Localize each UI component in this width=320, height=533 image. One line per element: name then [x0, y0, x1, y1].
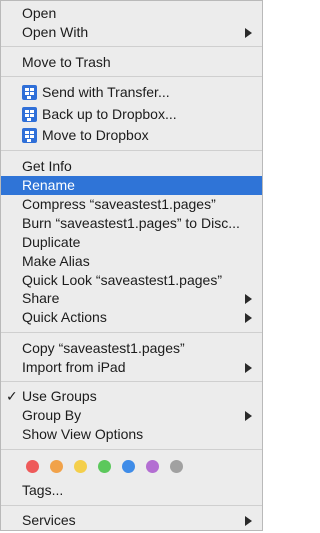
- menu-separator: [1, 332, 262, 333]
- dropbox-icon: [22, 128, 37, 143]
- submenu-arrow-icon: [245, 313, 252, 323]
- menu-separator: [1, 76, 262, 77]
- menu-item-import-from-ipad-label: Import from iPad: [22, 359, 126, 375]
- submenu-arrow-icon: [245, 411, 252, 421]
- menu-item-duplicate-label: Duplicate: [22, 234, 81, 250]
- menu-separator: [1, 150, 262, 151]
- menu-item-share[interactable]: Share: [1, 289, 262, 308]
- menu-item-move-to-trash-label: Move to Trash: [22, 54, 111, 70]
- finder-context-menu: Open Open With Move to Trash Send with T…: [0, 0, 263, 531]
- menu-item-share-label: Share: [22, 290, 60, 306]
- menu-item-copy-label: Copy “saveastest1.pages”: [22, 340, 185, 356]
- menu-item-duplicate[interactable]: Duplicate: [1, 233, 262, 252]
- menu-item-group-by-label: Group By: [22, 407, 82, 423]
- menu-item-use-groups-label: Use Groups: [22, 388, 97, 404]
- menu-separator: [1, 505, 262, 506]
- tag-purple-dot[interactable]: [146, 460, 159, 473]
- menu-item-send-with-transfer-label: Send with Transfer...: [42, 84, 170, 100]
- dropbox-icon: [22, 107, 37, 122]
- menu-item-compress[interactable]: Compress “saveastest1.pages”: [1, 195, 262, 214]
- menu-separator: [1, 381, 262, 382]
- menu-item-back-up-to-dropbox[interactable]: Back up to Dropbox...: [1, 105, 262, 124]
- menu-item-quick-look-label: Quick Look “saveastest1.pages”: [22, 272, 222, 288]
- menu-item-get-info-label: Get Info: [22, 158, 72, 174]
- menu-item-move-to-trash[interactable]: Move to Trash: [1, 53, 262, 72]
- tag-gray-dot[interactable]: [170, 460, 183, 473]
- menu-item-open-label: Open: [22, 5, 57, 21]
- tag-red-dot[interactable]: [26, 460, 39, 473]
- menu-item-make-alias[interactable]: Make Alias: [1, 252, 262, 271]
- menu-item-rename-label: Rename: [22, 177, 75, 193]
- menu-item-import-from-ipad[interactable]: Import from iPad: [1, 358, 262, 377]
- menu-item-services-label: Services: [22, 512, 76, 528]
- tag-yellow-dot[interactable]: [74, 460, 87, 473]
- menu-item-rename[interactable]: Rename: [1, 176, 262, 195]
- submenu-arrow-icon: [245, 28, 252, 38]
- menu-item-tags[interactable]: Tags...: [1, 481, 262, 500]
- menu-item-compress-label: Compress “saveastest1.pages”: [22, 196, 216, 212]
- menu-item-make-alias-label: Make Alias: [22, 253, 90, 269]
- menu-item-burn-to-disc[interactable]: Burn “saveastest1.pages” to Disc...: [1, 214, 262, 233]
- menu-item-back-up-to-dropbox-label: Back up to Dropbox...: [42, 106, 177, 122]
- menu-item-quick-actions[interactable]: Quick Actions: [1, 308, 262, 327]
- tag-blue-dot[interactable]: [122, 460, 135, 473]
- menu-item-burn-label: Burn “saveastest1.pages” to Disc...: [22, 215, 240, 231]
- menu-item-open-with[interactable]: Open With: [1, 23, 262, 42]
- menu-item-use-groups[interactable]: ✓ Use Groups: [1, 387, 262, 406]
- menu-item-group-by[interactable]: Group By: [1, 406, 262, 425]
- menu-item-get-info[interactable]: Get Info: [1, 157, 262, 176]
- menu-item-open-with-label: Open With: [22, 24, 89, 40]
- menu-item-quick-actions-label: Quick Actions: [22, 309, 107, 325]
- menu-item-services[interactable]: Services: [1, 511, 262, 530]
- menu-item-tags-label: Tags...: [22, 482, 64, 498]
- tag-orange-dot[interactable]: [50, 460, 63, 473]
- tag-green-dot[interactable]: [98, 460, 111, 473]
- checkmark-icon: ✓: [6, 388, 18, 404]
- menu-separator: [1, 449, 262, 450]
- menu-item-copy[interactable]: Copy “saveastest1.pages”: [1, 339, 262, 358]
- submenu-arrow-icon: [245, 294, 252, 304]
- menu-item-move-to-dropbox-label: Move to Dropbox: [42, 127, 149, 143]
- menu-item-show-view-options[interactable]: Show View Options: [1, 425, 262, 444]
- menu-item-send-with-transfer[interactable]: Send with Transfer...: [1, 83, 262, 102]
- submenu-arrow-icon: [245, 516, 252, 526]
- menu-item-open[interactable]: Open: [1, 4, 262, 23]
- menu-separator: [1, 46, 262, 47]
- submenu-arrow-icon: [245, 363, 252, 373]
- menu-item-show-view-options-label: Show View Options: [22, 426, 144, 442]
- menu-item-quick-look[interactable]: Quick Look “saveastest1.pages”: [1, 271, 262, 290]
- dropbox-icon: [22, 85, 37, 100]
- menu-item-move-to-dropbox[interactable]: Move to Dropbox: [1, 126, 262, 145]
